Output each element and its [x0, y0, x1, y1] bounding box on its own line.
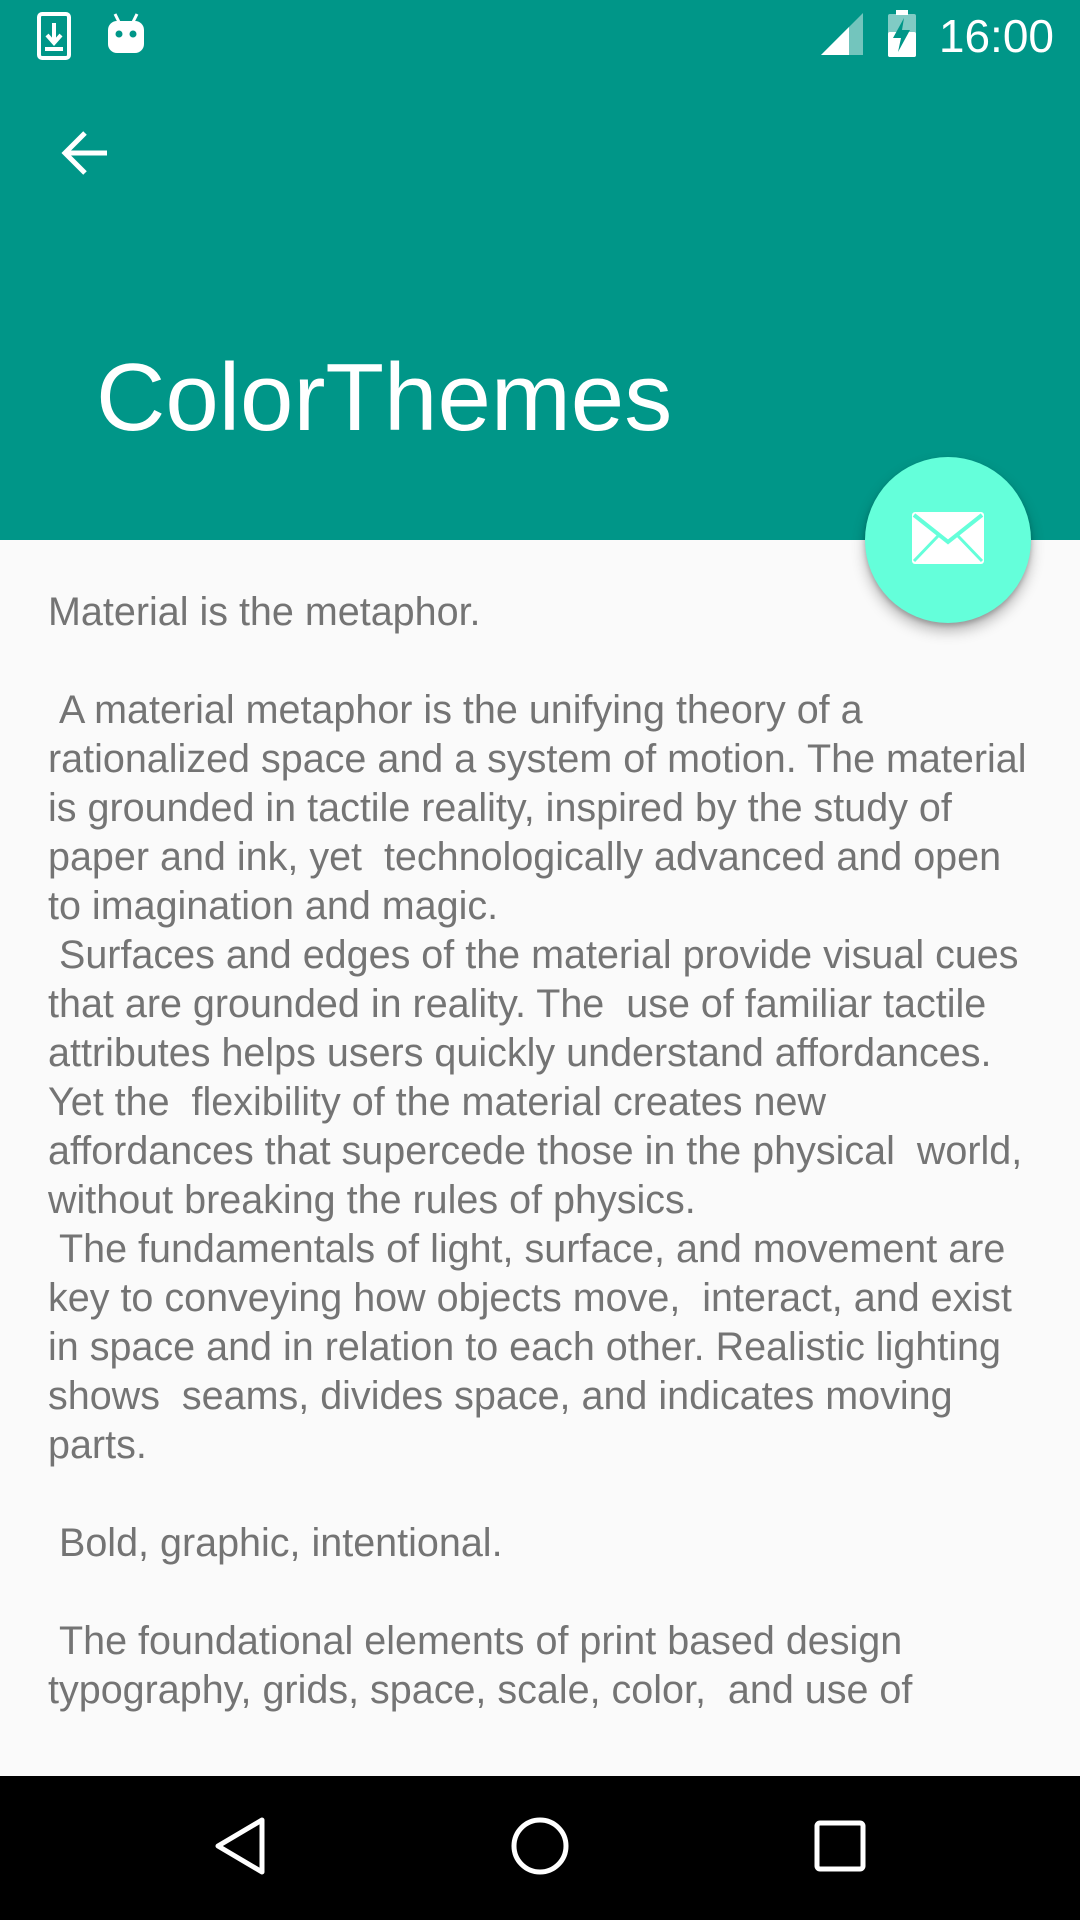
- app-header: 16:00 ColorThemes: [0, 0, 1080, 540]
- paragraph: The fundamentals of light, surface, and …: [48, 1227, 1023, 1467]
- android-icon: [106, 12, 146, 61]
- back-button[interactable]: [40, 110, 130, 200]
- back-triangle-icon: [212, 1816, 268, 1881]
- signal-icon: [819, 11, 865, 62]
- screen: 16:00 ColorThemes Material is the metaph: [0, 0, 1080, 1920]
- nav-back-button[interactable]: [160, 1776, 320, 1920]
- nav-recents-button[interactable]: [760, 1776, 920, 1920]
- paragraph: A material metaphor is the unifying theo…: [48, 688, 1038, 928]
- battery-charging-icon: [887, 9, 917, 63]
- status-right: 16:00: [819, 0, 1054, 72]
- status-bar: 16:00: [0, 0, 1080, 72]
- nav-home-button[interactable]: [460, 1776, 620, 1920]
- paragraph: ​: [48, 1470, 1038, 1519]
- download-icon: [36, 12, 72, 65]
- status-time: 16:00: [938, 10, 1054, 62]
- body-text: Material is the metaphor. ​ A material m…: [48, 588, 1038, 1715]
- paragraph: ​: [48, 1568, 1038, 1617]
- home-circle-icon: [510, 1816, 570, 1881]
- recents-square-icon: [813, 1819, 867, 1878]
- paragraph: Material is the metaphor.: [48, 590, 481, 634]
- back-arrow-icon: [59, 127, 111, 184]
- mail-icon: [910, 510, 986, 571]
- paragraph: ​: [48, 637, 1038, 686]
- navigation-bar: [0, 1776, 1080, 1920]
- paragraph: Surfaces and edges of the material provi…: [48, 933, 1034, 1222]
- page-title: ColorThemes: [96, 344, 673, 451]
- paragraph: The foundational elements of print based…: [48, 1619, 914, 1712]
- paragraph: Bold, graphic, intentional.: [48, 1521, 503, 1565]
